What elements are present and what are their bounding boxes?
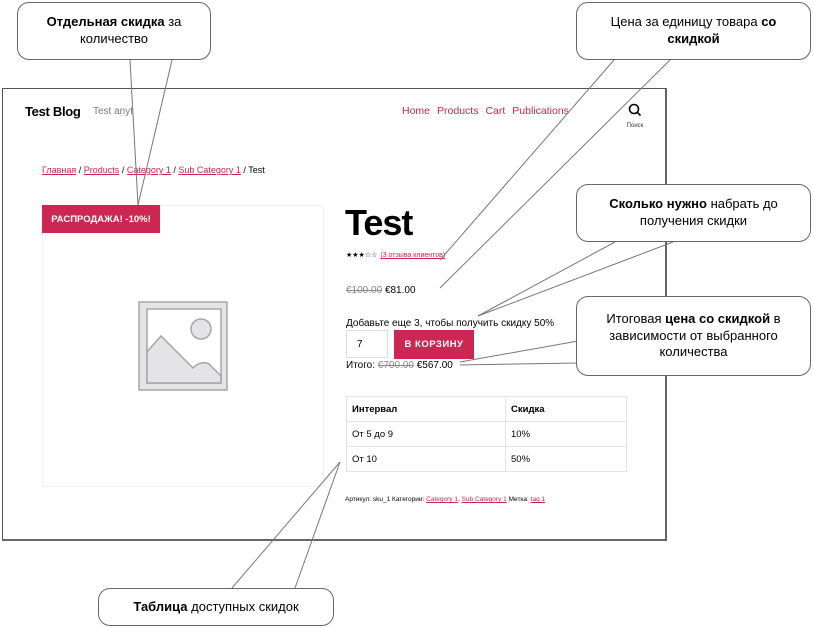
table-header-row: Интервал Скидка	[346, 396, 627, 422]
callout-individual-discount: Отдельная скидка за количество	[17, 2, 211, 60]
breadcrumb: Главная / Products / Category 1 / Sub Ca…	[42, 165, 265, 175]
main-nav: Home Products Cart Publications	[402, 105, 569, 117]
product-meta: Артикул: sku_1 Категории: Category 1, Su…	[345, 496, 546, 503]
callout-text: Итоговая цена со скидкой в зависимости о…	[585, 311, 802, 362]
nav-home[interactable]: Home	[402, 105, 430, 117]
callout-pre: Итоговая	[606, 310, 666, 326]
callout-rest: доступных скидок	[187, 598, 299, 614]
site-title[interactable]: Test Blog	[25, 104, 81, 119]
reviews-link[interactable]: (3 отзыва клиентов)	[380, 252, 445, 259]
rating-stars-icon: ★★★☆☆	[346, 252, 378, 259]
tag-link[interactable]: tag 1	[531, 496, 545, 503]
table-cell: 50%	[505, 446, 627, 472]
categories-label: Категории:	[392, 496, 425, 503]
table-cell: От 5 до 9	[346, 421, 506, 447]
placeholder-image-icon	[138, 301, 228, 391]
table-header: Интервал	[346, 396, 506, 422]
callout-bold: Сколько нужно	[609, 196, 707, 212]
site-description: Test anyt	[93, 106, 134, 117]
search-button[interactable]: Поиск	[623, 103, 647, 129]
nav-cart[interactable]: Cart	[485, 105, 505, 117]
table-cell: 10%	[505, 421, 627, 447]
discount-hint: Добавьте еще 3, чтобы получить скидку 50…	[346, 318, 555, 329]
callout-pre: Цена за единицу товара	[610, 14, 762, 30]
total-new-price: €567.00	[416, 360, 453, 371]
callout-unit-price: Цена за единицу товара со скидкой	[576, 2, 811, 60]
callout-bold: Отдельная скидка	[46, 14, 165, 30]
callout-text: Таблица доступных скидок	[133, 599, 298, 616]
total-label: Итого:	[346, 360, 375, 371]
table-row: От 5 до 9 10%	[346, 421, 627, 447]
sku-label: Артикул:	[345, 496, 372, 503]
breadcrumb-sep: /	[119, 165, 127, 175]
callout-how-many: Сколько нужно набрать до получения скидк…	[576, 184, 811, 242]
product-price: €100.00 €81.00	[346, 285, 416, 296]
breadcrumb-current: Test	[248, 165, 265, 175]
breadcrumb-home[interactable]: Главная	[42, 165, 76, 175]
current-price: €81.00	[384, 285, 416, 296]
search-label: Поиск	[626, 123, 644, 129]
total-old-price: €700.00	[377, 360, 414, 371]
breadcrumb-subcategory[interactable]: Sub Category 1	[178, 165, 241, 175]
search-icon	[628, 103, 642, 117]
product-title: Test	[345, 202, 413, 243]
quantity-input[interactable]: 7	[346, 330, 388, 358]
callout-text: Сколько нужно набрать до получения скидк…	[585, 196, 802, 230]
callout-text: Цена за единицу товара со скидкой	[585, 14, 802, 48]
breadcrumb-sep: /	[76, 165, 84, 175]
sale-badge: РАСПРОДАЖА! -10%!	[42, 205, 160, 233]
category-link[interactable]: Sub Category 1	[462, 496, 507, 503]
breadcrumb-category[interactable]: Category 1	[127, 165, 171, 175]
old-price: €100.00	[346, 285, 383, 296]
table-row: От 10 50%	[346, 446, 627, 472]
callout-bold: Таблица	[133, 598, 188, 614]
breadcrumb-products[interactable]: Products	[84, 165, 120, 175]
total-price: Итого: €700.00 €567.00	[346, 360, 453, 371]
category-link[interactable]: Category 1	[426, 496, 458, 503]
table-cell: От 10	[346, 446, 506, 472]
discount-table: Интервал Скидка От 5 до 9 10% От 10 50%	[346, 396, 627, 472]
browser-frame: Test Blog Test anyt Home Products Cart P…	[2, 88, 667, 541]
tag-label: Метка:	[508, 496, 529, 503]
product-image[interactable]	[42, 205, 324, 487]
callout-discount-table: Таблица доступных скидок	[98, 588, 334, 626]
callout-text: Отдельная скидка за количество	[26, 14, 202, 48]
sku-value: sku_1	[372, 496, 391, 503]
nav-products[interactable]: Products	[437, 105, 478, 117]
add-to-cart-button[interactable]: В КОРЗИНУ	[394, 330, 474, 359]
callout-total-price: Итоговая цена со скидкой в зависимости о…	[576, 296, 811, 376]
callout-bold: цена со скидкой	[665, 310, 771, 326]
table-header: Скидка	[505, 396, 627, 422]
nav-publications[interactable]: Publications	[512, 105, 569, 117]
product-rating: ★★★☆☆ (3 отзыва клиентов)	[346, 251, 445, 259]
